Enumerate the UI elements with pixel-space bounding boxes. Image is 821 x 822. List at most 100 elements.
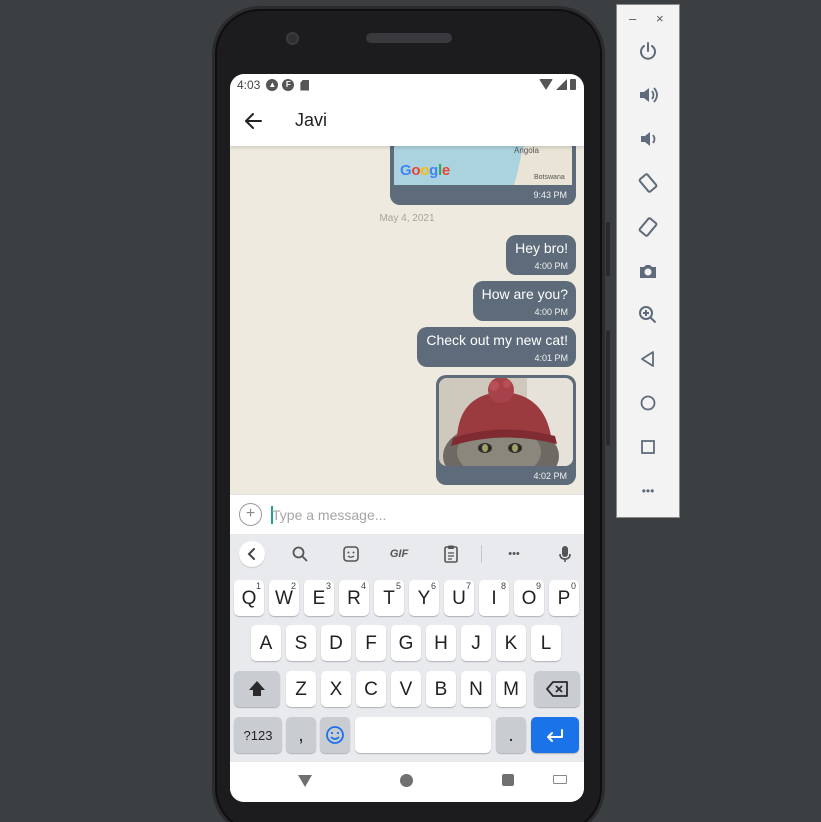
comma-key[interactable]: , [286, 717, 316, 753]
emulator-toolbar: – × ••• [616, 4, 680, 518]
key-w[interactable]: W2 [269, 580, 299, 616]
battery-icon [570, 79, 576, 90]
rotate-left-icon[interactable] [634, 169, 662, 197]
message-text: Check out my new cat! [426, 332, 568, 348]
message-input[interactable] [272, 503, 572, 527]
key-n[interactable]: N [461, 671, 491, 707]
key-y[interactable]: Y6 [409, 580, 439, 616]
key-q[interactable]: Q1 [234, 580, 264, 616]
nav-recents-icon[interactable] [502, 774, 514, 786]
overview-icon[interactable] [634, 433, 662, 461]
nav-home-icon[interactable] [400, 774, 413, 787]
home-icon[interactable] [634, 389, 662, 417]
key-a[interactable]: A [251, 625, 281, 661]
image-message-bubble[interactable]: 4:02 PM [436, 375, 576, 485]
key-v[interactable]: V [391, 671, 421, 707]
key-k[interactable]: K [496, 625, 526, 661]
add-attachment-button[interactable]: + [239, 503, 262, 526]
nav-back-icon[interactable] [298, 775, 312, 787]
key-p[interactable]: P0 [549, 580, 579, 616]
chat-app-bar: Javi [230, 96, 584, 146]
wifi-icon [539, 79, 553, 90]
key-l[interactable]: L [531, 625, 561, 661]
message-timestamp: 4:02 PM [533, 471, 567, 481]
android-notification-icon: ▲ [266, 79, 279, 91]
key-o[interactable]: O9 [514, 580, 544, 616]
key-f[interactable]: F [356, 625, 386, 661]
map-label-botswana: Botswana [534, 174, 565, 181]
front-camera [286, 32, 299, 45]
message-list[interactable]: Angola Botswana Google 9:43 PM May 4, 20… [230, 146, 584, 494]
emoji-key[interactable] [320, 717, 350, 753]
chat-title: Javi [295, 110, 328, 130]
camera-icon[interactable] [634, 257, 662, 285]
space-key[interactable] [355, 717, 491, 753]
key-hint: 0 [570, 581, 576, 591]
message-timestamp: 4:01 PM [534, 353, 568, 363]
key-x[interactable]: X [321, 671, 351, 707]
key-r[interactable]: R4 [339, 580, 369, 616]
key-z[interactable]: Z [286, 671, 316, 707]
key-label: I [491, 588, 497, 609]
more-options-icon[interactable]: ••• [502, 543, 526, 565]
message-bubble[interactable]: How are you? 4:00 PM [472, 281, 576, 321]
cat-photo[interactable] [439, 378, 573, 466]
search-icon[interactable] [289, 543, 311, 565]
period-key[interactable]: . [496, 717, 526, 753]
back-icon[interactable] [634, 345, 662, 373]
volume-up-icon[interactable] [634, 81, 662, 109]
phone-screen: 4:03 ▲ F Javi Angola Botswana Google 9:4… [230, 74, 584, 802]
cell-signal-icon [556, 79, 567, 90]
key-b[interactable]: B [426, 671, 456, 707]
power-icon[interactable] [634, 37, 662, 65]
volume-down-icon[interactable] [634, 125, 662, 153]
minimize-button[interactable]: – [629, 11, 636, 26]
symbols-key[interactable]: ?123 [234, 717, 282, 753]
key-j[interactable]: J [461, 625, 491, 661]
key-d[interactable]: D [321, 625, 351, 661]
location-message-bubble[interactable]: Angola Botswana Google 9:43 PM [390, 146, 576, 205]
key-label: E [312, 588, 326, 609]
zoom-icon[interactable] [634, 301, 662, 329]
key-s[interactable]: S [286, 625, 316, 661]
keyboard-switch-icon[interactable] [553, 775, 567, 784]
key-m[interactable]: M [496, 671, 526, 707]
key-u[interactable]: U7 [444, 580, 474, 616]
status-time: 4:03 [237, 78, 261, 92]
key-g[interactable]: G [391, 625, 421, 661]
key-hint: 1 [255, 581, 261, 591]
back-arrow-icon[interactable] [242, 110, 264, 132]
key-e[interactable]: E3 [304, 580, 334, 616]
map-preview[interactable]: Angola Botswana Google [394, 146, 572, 185]
date-separator: May 4, 2021 [379, 213, 435, 224]
key-hint: 2 [290, 581, 296, 591]
key-label: T [383, 588, 395, 609]
key-hint: 3 [325, 581, 331, 591]
key-label: U [452, 588, 466, 609]
key-label: W [275, 588, 293, 609]
toolbar-collapse-button[interactable] [239, 541, 265, 567]
message-bubble[interactable]: Check out my new cat! 4:01 PM [417, 327, 576, 367]
key-hint: 4 [360, 581, 366, 591]
enter-key[interactable] [531, 717, 579, 753]
close-button[interactable]: × [656, 11, 664, 26]
key-t[interactable]: T5 [374, 580, 404, 616]
key-c[interactable]: C [356, 671, 386, 707]
clipboard-icon[interactable] [440, 543, 462, 565]
key-h[interactable]: H [426, 625, 456, 661]
microphone-icon[interactable] [554, 543, 576, 565]
more-options-icon[interactable]: ••• [634, 477, 662, 505]
key-hint: 7 [465, 581, 471, 591]
sticker-icon[interactable] [340, 543, 362, 565]
key-i[interactable]: I8 [479, 580, 509, 616]
shift-key[interactable] [234, 671, 280, 707]
power-side-button [606, 222, 610, 276]
gif-button[interactable]: GIF [385, 543, 413, 565]
rotate-right-icon[interactable] [634, 213, 662, 241]
key-label: O [521, 588, 537, 609]
key-label: Y [417, 588, 431, 609]
google-logo: Google [400, 162, 450, 179]
earpiece-speaker [366, 33, 452, 43]
backspace-key[interactable] [534, 671, 580, 707]
message-bubble[interactable]: Hey bro! 4:00 PM [506, 235, 576, 275]
